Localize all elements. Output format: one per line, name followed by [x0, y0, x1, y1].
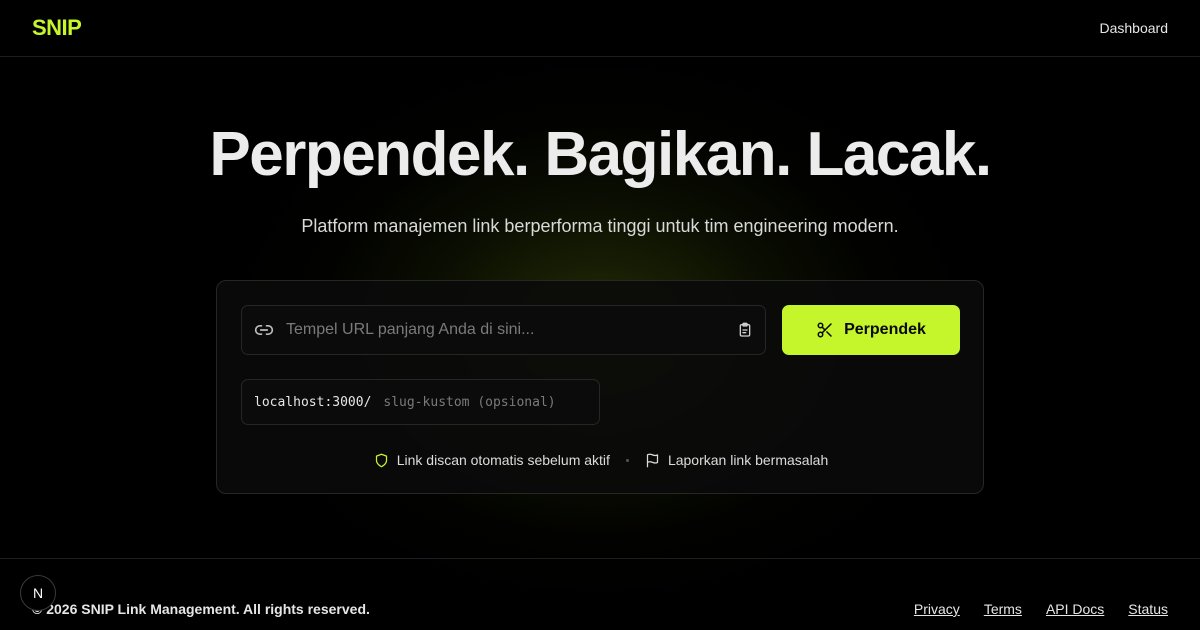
- footer-link-status[interactable]: Status: [1128, 601, 1168, 617]
- copyright: © 2026 SNIP Link Management. All rights …: [32, 601, 370, 617]
- top-header: SNIP Dashboard: [0, 0, 1200, 57]
- page: SNIP Dashboard Perpendek. Bagikan. Lacak…: [0, 0, 1200, 630]
- hero-subtitle: Platform manajemen link berperforma ting…: [301, 216, 899, 237]
- shorten-card: Perpendek localhost:3000/ Link discan ot…: [216, 280, 984, 494]
- scan-note-text: Link discan otomatis sebelum aktif: [396, 452, 610, 468]
- slug-prefix: localhost:3000/: [254, 394, 372, 410]
- footer-link-api-docs[interactable]: API Docs: [1046, 601, 1104, 617]
- card-notes: Link discan otomatis sebelum aktif Lapor…: [217, 449, 985, 471]
- report-link-text: Laporkan link bermasalah: [667, 452, 829, 468]
- footer-links: Privacy Terms API Docs Status: [914, 601, 1168, 617]
- shorten-button[interactable]: Perpendek: [782, 305, 960, 355]
- scan-note: Link discan otomatis sebelum aktif: [374, 452, 610, 468]
- dashboard-link[interactable]: Dashboard: [1100, 20, 1169, 36]
- url-input-box[interactable]: [241, 305, 766, 355]
- slug-input-box[interactable]: localhost:3000/: [241, 379, 600, 425]
- shorten-button-label: Perpendek: [844, 321, 926, 338]
- separator-dot: [625, 458, 629, 462]
- slug-input[interactable]: [383, 394, 587, 410]
- logo[interactable]: SNIP: [32, 15, 82, 41]
- scissors-icon: [816, 321, 834, 339]
- footer-link-privacy[interactable]: Privacy: [914, 601, 960, 617]
- footer: © 2026 SNIP Link Management. All rights …: [0, 558, 1200, 630]
- shield-icon: [374, 453, 389, 468]
- hero: Perpendek. Bagikan. Lacak. Platform mana…: [0, 118, 1200, 237]
- hero-title: Perpendek. Bagikan. Lacak.: [209, 120, 992, 189]
- flag-icon: [645, 453, 660, 468]
- link-icon: [254, 320, 274, 340]
- url-input[interactable]: [286, 321, 737, 339]
- devtools-badge[interactable]: N: [20, 575, 56, 611]
- footer-link-terms[interactable]: Terms: [984, 601, 1022, 617]
- report-link[interactable]: Laporkan link bermasalah: [645, 452, 828, 468]
- clipboard-icon[interactable]: [737, 322, 753, 338]
